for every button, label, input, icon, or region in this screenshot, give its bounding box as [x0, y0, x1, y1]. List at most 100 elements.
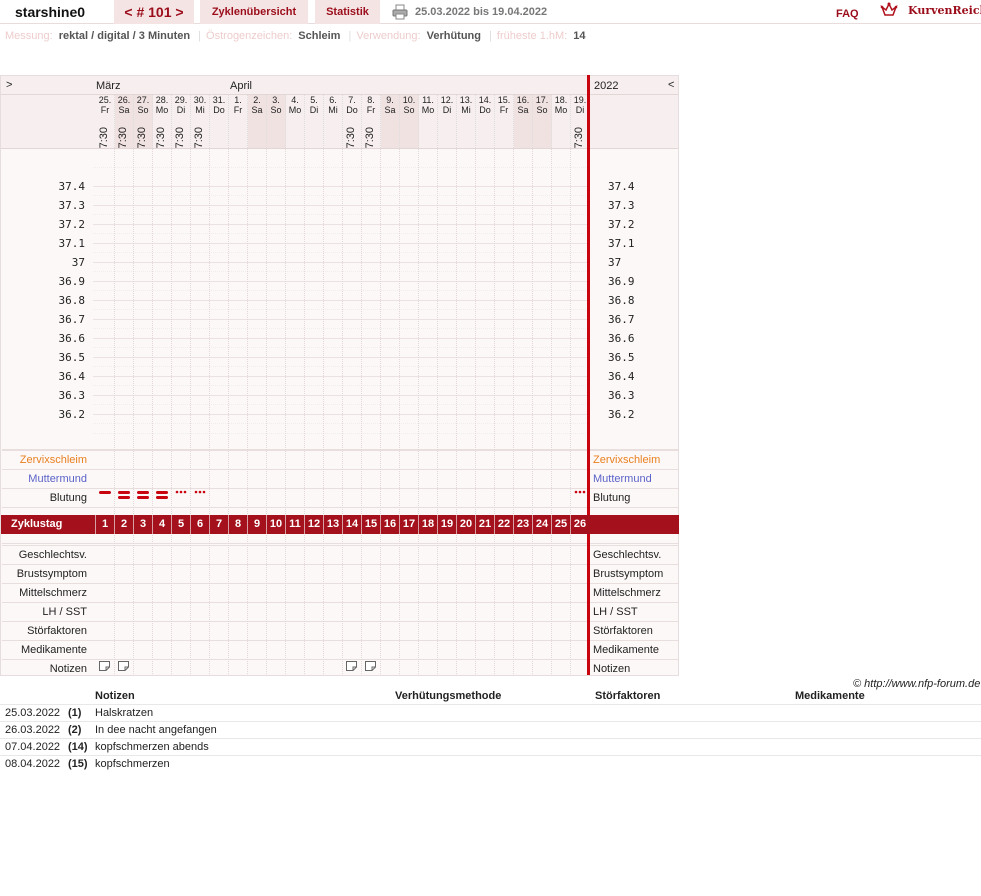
day-date: 2.	[253, 95, 261, 105]
grid-vline	[380, 148, 381, 676]
day-date: 1.	[234, 95, 242, 105]
cycle-day-number: 25	[551, 515, 570, 534]
day-column[interactable]: 28. Mo 7:30	[153, 95, 172, 148]
day-column[interactable]: 12. Di	[438, 95, 457, 148]
day-column[interactable]: 16. Sa	[514, 95, 533, 148]
day-date: 4.	[291, 95, 299, 105]
grid-vline	[437, 148, 438, 676]
day-column[interactable]: 29. Di 7:30	[172, 95, 191, 148]
row-label: Muttermund	[28, 473, 87, 485]
tab-cycle-overview[interactable]: Zyklenübersicht	[200, 0, 308, 24]
disturb-header: Störfaktoren	[595, 690, 661, 702]
day-weekday: Di	[176, 105, 186, 115]
username[interactable]: starshine0	[15, 4, 85, 20]
grid-vline	[399, 148, 400, 676]
temp-label: 37.1	[58, 237, 86, 250]
day-column[interactable]: 31. Do	[210, 95, 229, 148]
row-label: Störfaktoren	[27, 625, 87, 637]
cycle-day-number: 18	[418, 515, 437, 534]
day-column[interactable]: 1. Fr	[229, 95, 248, 148]
temp-label-right: 36.7	[608, 313, 635, 326]
note-icon[interactable]	[99, 661, 110, 671]
cycle-day-number: 22	[494, 515, 513, 534]
day-column[interactable]: 18. Mo	[552, 95, 571, 148]
faq-link[interactable]: FAQ	[836, 8, 859, 20]
day-column[interactable]: 15. Fr	[495, 95, 514, 148]
cycle-day-number: 15	[361, 515, 380, 534]
day-weekday: Mo	[155, 105, 169, 115]
day-column[interactable]: 17. So	[533, 95, 552, 148]
crown-logo-icon[interactable]	[880, 1, 898, 19]
note-icon[interactable]	[346, 661, 357, 671]
day-column[interactable]: 26. Sa 7:30	[115, 95, 134, 148]
row-line	[2, 564, 679, 565]
day-column[interactable]: 7. Do 7:30	[343, 95, 362, 148]
scroll-left-button[interactable]: >	[6, 79, 12, 91]
cycle-day-number: 6	[190, 515, 209, 534]
tab-statistics[interactable]: Statistik	[315, 0, 380, 24]
day-date: 5.	[310, 95, 318, 105]
day-column[interactable]: 4. Mo	[286, 95, 305, 148]
grid-vline	[475, 148, 476, 676]
day-column[interactable]: 8. Fr 7:30	[362, 95, 381, 148]
note-cycle-day: (1)	[68, 707, 82, 719]
day-column[interactable]: 5. Di	[305, 95, 324, 148]
temp-label: 36.8	[58, 294, 86, 307]
grid-vline	[361, 148, 362, 676]
day-column[interactable]: 14. Do	[476, 95, 495, 148]
grid-vline	[114, 148, 115, 676]
day-column[interactable]: 11. Mo	[419, 95, 438, 148]
copyright[interactable]: © http://www.nfp-forum.de	[853, 678, 980, 690]
logo-text[interactable]: KurvenReich	[908, 4, 981, 17]
bleeding-heavy-marker	[118, 491, 130, 499]
grid-vline	[570, 148, 571, 676]
note-icon[interactable]	[118, 661, 129, 671]
day-column[interactable]: 2. Sa	[248, 95, 267, 148]
cycle-day-bar: Zyklustag 1 2 3 4 5 6 7 8 9 10 11 12 13 14 15 16 17 18 19 2…	[1, 515, 679, 534]
day-column[interactable]: 13. Mi	[457, 95, 476, 148]
day-date: 13.	[459, 95, 473, 105]
note-text: In dee nacht angefangen	[95, 724, 217, 736]
measure-time: 7:30	[345, 127, 357, 149]
day-weekday: Mo	[421, 105, 435, 115]
cycle-navigator[interactable]: < # 101 >	[114, 0, 194, 24]
day-date: 28.	[155, 95, 169, 105]
temp-label-right: 37.1	[608, 237, 635, 250]
day-weekday: Mo	[554, 105, 568, 115]
earliest-label: früheste 1.hM:	[496, 30, 568, 42]
row-label-right: Geschlechtsv.	[593, 549, 662, 561]
estrogen-value: Schleim	[298, 30, 341, 42]
day-weekday: Fr	[499, 105, 509, 115]
day-column[interactable]: 6. Mi	[324, 95, 343, 148]
day-column[interactable]: 27. So 7:30	[134, 95, 153, 148]
row-label: Blutung	[49, 492, 87, 504]
date-range: 25.03.2022 bis 19.04.2022	[415, 6, 548, 18]
row-label: Medikamente	[20, 644, 87, 656]
cycle-day-number: 21	[475, 515, 494, 534]
printer-icon[interactable]	[392, 4, 408, 20]
month-april: April	[230, 80, 253, 92]
measure-label: Messung:	[5, 30, 53, 42]
cycle-day-number: 19	[437, 515, 456, 534]
row-line	[2, 659, 679, 660]
day-column[interactable]: 30. Mi 7:30	[191, 95, 210, 148]
year-label: 2022	[594, 80, 619, 92]
row-label: Brustsymptom	[16, 568, 87, 580]
grid-vline	[456, 148, 457, 676]
temp-label-right: 36.3	[608, 389, 635, 402]
cycle-day-number: 26	[570, 515, 589, 534]
row-line	[2, 507, 679, 508]
day-column[interactable]: 3. So	[267, 95, 286, 148]
top-bar: starshine0 < # 101 > Zyklenübersicht Sta…	[0, 0, 981, 24]
note-row: 26.03.2022 (2) In dee nacht angefangen	[0, 721, 981, 738]
day-column[interactable]: 25. Fr 7:30	[96, 95, 115, 148]
cycle-day-number: 20	[456, 515, 475, 534]
note-icon[interactable]	[365, 661, 376, 671]
day-date: 30.	[193, 95, 207, 105]
cycle-day-number: 11	[285, 515, 304, 534]
day-column[interactable]: 9. Sa	[381, 95, 400, 148]
day-column[interactable]: 10. So	[400, 95, 419, 148]
day-date: 16.	[516, 95, 530, 105]
scroll-right-button[interactable]: <	[668, 79, 674, 91]
cycle-day-number: 12	[304, 515, 323, 534]
